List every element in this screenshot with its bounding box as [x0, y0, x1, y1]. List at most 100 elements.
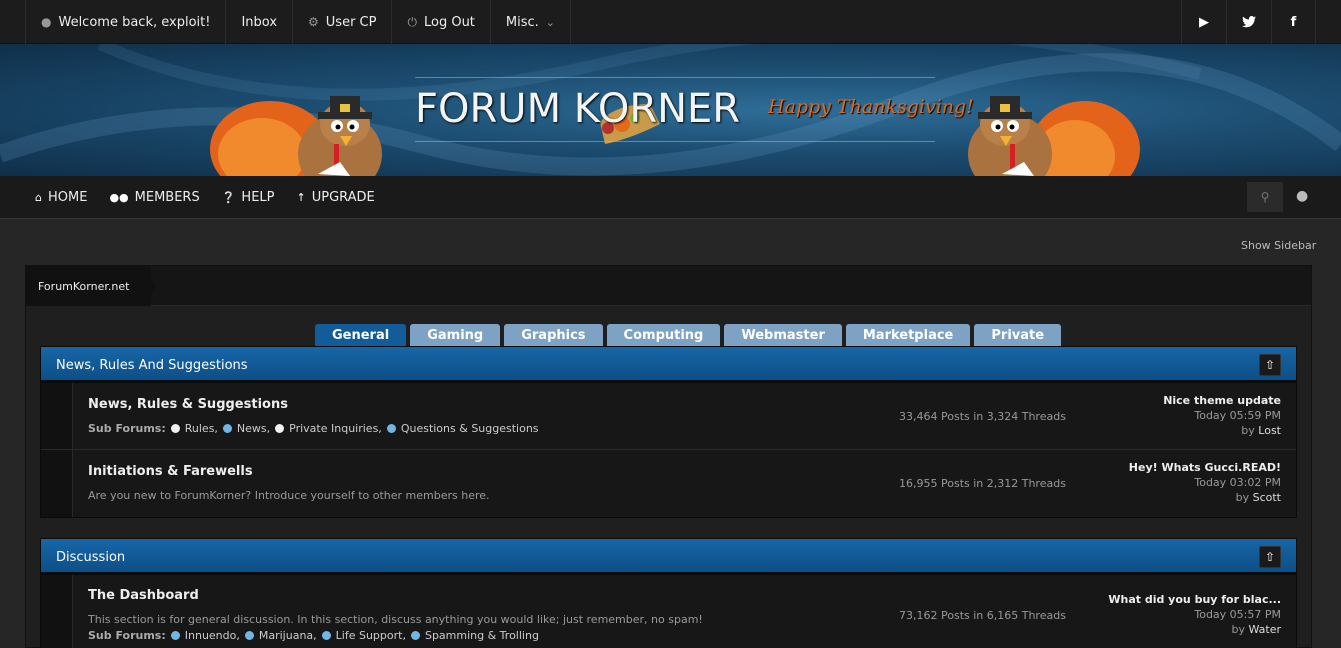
last-post-author: by Lost: [1163, 423, 1281, 438]
subforum-link[interactable]: Innuendo,: [185, 629, 240, 642]
last-post-user[interactable]: Water: [1248, 623, 1281, 636]
inbox-label: Inbox: [241, 14, 278, 30]
power-icon: ⏻: [407, 14, 417, 29]
category-title[interactable]: News, Rules And Suggestions: [56, 347, 248, 383]
inbox-link[interactable]: Inbox: [226, 0, 294, 44]
facebook-icon[interactable]: f: [1271, 0, 1316, 44]
nav-upgrade[interactable]: ↑ UPGRADE: [297, 190, 375, 205]
last-post: Nice theme update Today 05:59 PM by Lost: [1163, 393, 1281, 438]
members-icon: ●●: [109, 191, 129, 204]
tab-general[interactable]: General: [315, 324, 407, 347]
last-post-time: Today 03:02 PM: [1194, 476, 1281, 489]
upgrade-icon: ↑: [296, 191, 306, 204]
logout-link[interactable]: ⏻ Log Out: [392, 0, 491, 44]
tab-webmaster[interactable]: Webmaster: [724, 324, 842, 347]
collapse-button[interactable]: ⇧: [1259, 354, 1281, 376]
twitter-icon[interactable]: [1226, 0, 1271, 44]
nav-help[interactable]: ❔ HELP: [222, 190, 275, 205]
subforum-link[interactable]: News,: [237, 422, 270, 435]
subforum-dot-icon: [222, 424, 232, 433]
misc-label: Misc.: [505, 14, 539, 30]
last-post-time: Today 05:59 PM: [1194, 409, 1281, 422]
tab-private[interactable]: Private: [974, 324, 1062, 347]
last-post-title[interactable]: Nice theme update: [1163, 393, 1281, 408]
misc-menu[interactable]: Misc. ⌄: [491, 0, 572, 44]
category-title[interactable]: Discussion: [56, 539, 125, 575]
site-logo[interactable]: FORUM KORNER: [415, 86, 740, 132]
forum-status-icon: [41, 575, 73, 648]
last-post-user[interactable]: Lost: [1258, 424, 1281, 437]
breadcrumb: ForumKorner.net: [26, 266, 1311, 306]
forum-status-icon: [41, 383, 73, 449]
twitter-bird-shape: [1242, 16, 1256, 28]
welcome-label: Welcome back, exploit!: [58, 14, 211, 30]
subforum-dot-icon: [410, 631, 420, 640]
subforum-link[interactable]: Private Inquiries,: [289, 422, 382, 435]
banner-rule-top: [415, 77, 935, 78]
category-discussion: Discussion ⇧ The Dashboard This section …: [40, 538, 1297, 648]
tab-computing[interactable]: Computing: [606, 324, 721, 347]
subforum-link[interactable]: Marijuana,: [259, 629, 317, 642]
forum-container: ForumKorner.net General Gaming Graphics …: [25, 265, 1312, 648]
logout-label: Log Out: [423, 14, 475, 30]
subforum-list: Sub Forums: Innuendo, Marijuana, Life Su…: [88, 629, 544, 642]
last-post-title[interactable]: Hey! Whats Gucci.READ!: [1129, 460, 1281, 475]
search-icon: ⚲: [1260, 190, 1270, 204]
forum-row: Initiations & Farewells Are you new to F…: [41, 450, 1296, 517]
last-post-author: by Scott: [1129, 490, 1281, 505]
breadcrumb-home[interactable]: ForumKorner.net: [26, 266, 152, 306]
site-banner: FORUM KORNER Happy Thanksgiving!: [0, 44, 1341, 176]
collapse-button[interactable]: ⇧: [1259, 546, 1281, 568]
subforum-link[interactable]: Questions & Suggestions: [401, 422, 539, 435]
top-bar: ● Welcome back, exploit! Inbox ⚙ User CP…: [0, 0, 1341, 44]
user-cp-label: User CP: [325, 14, 377, 30]
forum-stats: 33,464 Posts in 3,324 Threads: [899, 409, 1066, 423]
nav-members[interactable]: ●● MEMBERS: [109, 190, 199, 205]
gear-icon: ⚙: [308, 15, 319, 29]
collapse-up-icon: ⇧: [1264, 550, 1276, 564]
nav-members-label: MEMBERS: [134, 190, 200, 205]
subforum-dot-icon: [170, 424, 180, 433]
home-icon: ⌂: [35, 191, 42, 204]
user-icon: ●: [41, 15, 52, 29]
last-post: Hey! Whats Gucci.READ! Today 03:02 PM by…: [1129, 460, 1281, 505]
tab-gaming[interactable]: Gaming: [410, 324, 501, 347]
forum-stats: 16,955 Posts in 2,312 Threads: [899, 477, 1066, 490]
category-header: News, Rules And Suggestions ⇧: [41, 347, 1296, 383]
subforum-link[interactable]: Rules,: [185, 422, 218, 435]
tab-marketplace[interactable]: Marketplace: [845, 324, 971, 347]
youtube-icon[interactable]: ▶: [1181, 0, 1226, 44]
breadcrumb-arrow: [142, 266, 156, 306]
chevron-down-icon: ⌄: [545, 15, 556, 29]
lightbulb-icon[interactable]: ●: [1296, 188, 1308, 204]
forum-title[interactable]: Initiations & Farewells: [88, 464, 253, 479]
last-post-by: by: [1231, 623, 1245, 636]
forum-tabs: General Gaming Graphics Computing Webmas…: [315, 324, 1065, 347]
last-post-user[interactable]: Scott: [1253, 491, 1281, 504]
last-post-title[interactable]: What did you buy for blac...: [1108, 592, 1281, 607]
subforum-dot-icon: [321, 631, 331, 640]
nav-home[interactable]: ⌂ HOME: [35, 190, 87, 205]
collapse-up-icon: ⇧: [1264, 358, 1276, 372]
subforum-link[interactable]: Life Support,: [336, 629, 406, 642]
forum-row: The Dashboard This section is for genera…: [41, 575, 1296, 648]
forum-stats: 73,162 Posts in 6,165 Threads: [899, 608, 1066, 622]
search-button[interactable]: ⚲: [1247, 182, 1283, 212]
subforum-link[interactable]: Spamming & Trolling: [425, 629, 539, 642]
forum-description: This section is for general discussion. …: [88, 613, 703, 626]
forum-row: News, Rules & Suggestions Sub Forums: Ru…: [41, 383, 1296, 450]
subforum-label: Sub Forums:: [88, 629, 166, 642]
forum-title[interactable]: The Dashboard: [88, 588, 199, 603]
subforum-label: Sub Forums:: [88, 422, 166, 435]
forum-title[interactable]: News, Rules & Suggestions: [88, 397, 288, 412]
subforum-dot-icon: [275, 424, 285, 433]
forum-status-icon: [41, 450, 73, 517]
show-sidebar-link[interactable]: Show Sidebar: [1241, 239, 1316, 252]
tab-graphics[interactable]: Graphics: [504, 324, 603, 347]
welcome-link[interactable]: ● Welcome back, exploit!: [25, 0, 227, 44]
user-cp-link[interactable]: ⚙ User CP: [293, 0, 393, 44]
main-nav: ⌂ HOME ●● MEMBERS ❔ HELP ↑ UPGRADE ⚲ ●: [0, 176, 1341, 219]
subforum-dot-icon: [386, 424, 396, 433]
last-post-by: by: [1235, 491, 1250, 504]
turkey-illustration-right: [968, 96, 1140, 176]
